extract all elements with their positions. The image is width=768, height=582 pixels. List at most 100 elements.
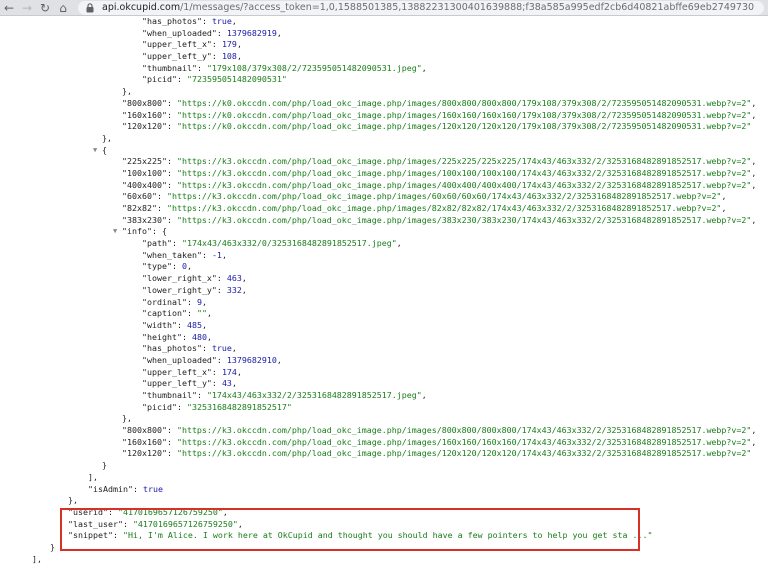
json-line-text: "last_user": "4170169657126759250", xyxy=(68,519,243,531)
json-line: "400x400": "https://k3.okccdn.com/php/lo… xyxy=(0,180,768,192)
json-token: , xyxy=(751,109,757,120)
json-token: , xyxy=(237,518,243,529)
json-line: "picid": "723595051482090531" xyxy=(0,74,768,86)
json-line: ▼ "info": { xyxy=(0,226,768,238)
json-token: , xyxy=(222,506,228,517)
json-line-text: "upper_left_y": 43, xyxy=(142,378,237,390)
json-line-text: "picid": "3253168482891852517" xyxy=(142,402,292,414)
json-line-text: "800x800": "https://k3.okccdn.com/php/lo… xyxy=(122,425,756,437)
json-token: , xyxy=(201,296,207,307)
json-token: ], xyxy=(32,553,42,564)
json-line: } xyxy=(0,542,768,554)
json-token: "lower_right_x": xyxy=(142,273,227,284)
json-token: -1 xyxy=(211,249,222,260)
json-token: { xyxy=(102,144,107,155)
collapse-toggle-icon[interactable]: ▼ xyxy=(93,145,97,157)
json-line: "ordinal": 9, xyxy=(0,297,768,309)
json-token: "160x160": xyxy=(122,436,177,447)
json-line-text: }, xyxy=(122,413,132,425)
json-line-text: "width": 485, xyxy=(142,320,207,332)
json-token: 1379682910 xyxy=(226,354,277,365)
json-line-text: "upper_left_y": 108, xyxy=(142,51,242,63)
json-token: "174x43/463x332/2/3253168482891852517.jp… xyxy=(206,390,422,400)
json-token: "info": { xyxy=(122,226,167,237)
json-token: "https://k3.okccdn.com/php/load_okc_imag… xyxy=(176,448,752,459)
json-token: "225x225": xyxy=(122,156,177,167)
json-line: "60x60": "https://k3.okccdn.com/php/load… xyxy=(0,191,768,203)
json-line-text: } xyxy=(50,542,55,554)
json-token: ], xyxy=(88,471,98,482)
json-token: "https://k3.okccdn.com/php/load_okc_imag… xyxy=(176,179,752,190)
json-token: "upper_left_x": xyxy=(142,39,222,50)
json-line-text: "picid": "723595051482090531" xyxy=(142,74,287,86)
json-token: "https://k3.okccdn.com/php/load_okc_imag… xyxy=(166,191,722,202)
json-line-text: "225x225": "https://k3.okccdn.com/php/lo… xyxy=(122,156,756,168)
json-line: "upper_left_y": 108, xyxy=(0,51,768,63)
json-line: "isAdmin": true xyxy=(0,484,768,496)
json-token: , xyxy=(421,62,427,73)
json-line-text: "383x230": "https://k3.okccdn.com/php/lo… xyxy=(122,215,756,227)
json-line-text: "thumbnail": "174x43/463x332/2/325316848… xyxy=(142,390,427,402)
json-line: "upper_left_y": 43, xyxy=(0,378,768,390)
json-token: "400x400": xyxy=(122,179,177,190)
json-token: , xyxy=(751,214,757,225)
json-line-text: "isAdmin": true xyxy=(88,484,163,496)
home-icon[interactable]: ⌂ xyxy=(54,0,72,16)
json-token: "160x160": xyxy=(122,109,177,120)
json-token: "type": xyxy=(142,261,182,272)
json-token: , xyxy=(231,16,237,26)
json-line: "82x82": "https://k3.okccdn.com/php/load… xyxy=(0,203,768,215)
json-token: "https://k3.okccdn.com/php/load_okc_imag… xyxy=(166,203,722,213)
json-token: "has_photos": xyxy=(142,343,212,354)
back-arrow-icon[interactable]: ← xyxy=(0,0,18,16)
json-line: "path": "174x43/463x332/0/32531684828918… xyxy=(0,238,768,250)
lock-icon xyxy=(86,2,96,14)
json-token: "ordinal": xyxy=(142,296,197,307)
json-token: , xyxy=(276,354,282,365)
json-token: 463 xyxy=(226,273,242,284)
json-token: } xyxy=(102,460,107,471)
json-token: "60x60": xyxy=(122,191,167,202)
json-line: "picid": "3253168482891852517" xyxy=(0,402,768,414)
json-line: "thumbnail": "179x108/379x308/2/72359505… xyxy=(0,63,768,75)
json-token: "picid": xyxy=(142,74,187,85)
json-token: , xyxy=(751,97,757,108)
json-line-text: "type": 0, xyxy=(142,261,192,273)
json-token: "120x120": xyxy=(122,448,177,459)
json-line-text: ], xyxy=(88,472,98,484)
json-token: "upper_left_y": xyxy=(142,378,222,389)
json-line-text: }, xyxy=(68,495,78,507)
json-token: "upper_left_x": xyxy=(142,366,222,377)
json-token: "when_taken": xyxy=(142,249,212,260)
json-token: "snippet": xyxy=(68,530,123,541)
address-bar[interactable]: api.okcupid.com/1/messages/?access_token… xyxy=(78,0,764,15)
json-line-text: }, xyxy=(122,86,132,98)
json-token: "82x82": xyxy=(122,203,167,213)
json-line: }, xyxy=(0,413,768,425)
json-line: "160x160": "https://k0.okccdn.com/php/lo… xyxy=(0,110,768,122)
reload-icon[interactable]: ↻ xyxy=(36,0,54,16)
json-line: "800x800": "https://k0.okccdn.com/php/lo… xyxy=(0,98,768,110)
collapse-toggle-icon[interactable]: ▼ xyxy=(113,226,117,238)
json-line: "800x800": "https://k3.okccdn.com/php/lo… xyxy=(0,425,768,437)
json-line: "when_taken": -1, xyxy=(0,250,768,262)
json-token: "https://k0.okccdn.com/php/load_okc_imag… xyxy=(176,109,752,120)
json-token: "https://k0.okccdn.com/php/load_okc_imag… xyxy=(176,121,752,132)
json-token: , xyxy=(231,343,237,354)
json-token: "isAdmin": xyxy=(88,483,143,494)
json-line-text: "60x60": "https://k3.okccdn.com/php/load… xyxy=(122,191,726,203)
json-token: "lower_right_y": xyxy=(142,284,227,295)
json-token: "width": xyxy=(142,319,187,330)
forward-arrow-icon[interactable]: → xyxy=(18,0,36,16)
json-line: "has_photos": true, xyxy=(0,16,768,28)
json-line: ], xyxy=(0,472,768,484)
json-token: "3253168482891852517" xyxy=(186,401,292,412)
json-line-text: "info": { xyxy=(122,226,167,238)
json-line-text: "800x800": "https://k0.okccdn.com/php/lo… xyxy=(122,98,756,110)
json-line: "225x225": "https://k3.okccdn.com/php/lo… xyxy=(0,156,768,168)
json-token: 480 xyxy=(191,331,207,342)
json-token: , xyxy=(721,191,727,202)
json-token: "https://k0.okccdn.com/php/load_okc_imag… xyxy=(176,97,752,108)
json-token: "https://k3.okccdn.com/php/load_okc_imag… xyxy=(176,167,752,178)
json-viewer: "has_photos": true, "when_uploaded": 1379… xyxy=(0,16,768,582)
